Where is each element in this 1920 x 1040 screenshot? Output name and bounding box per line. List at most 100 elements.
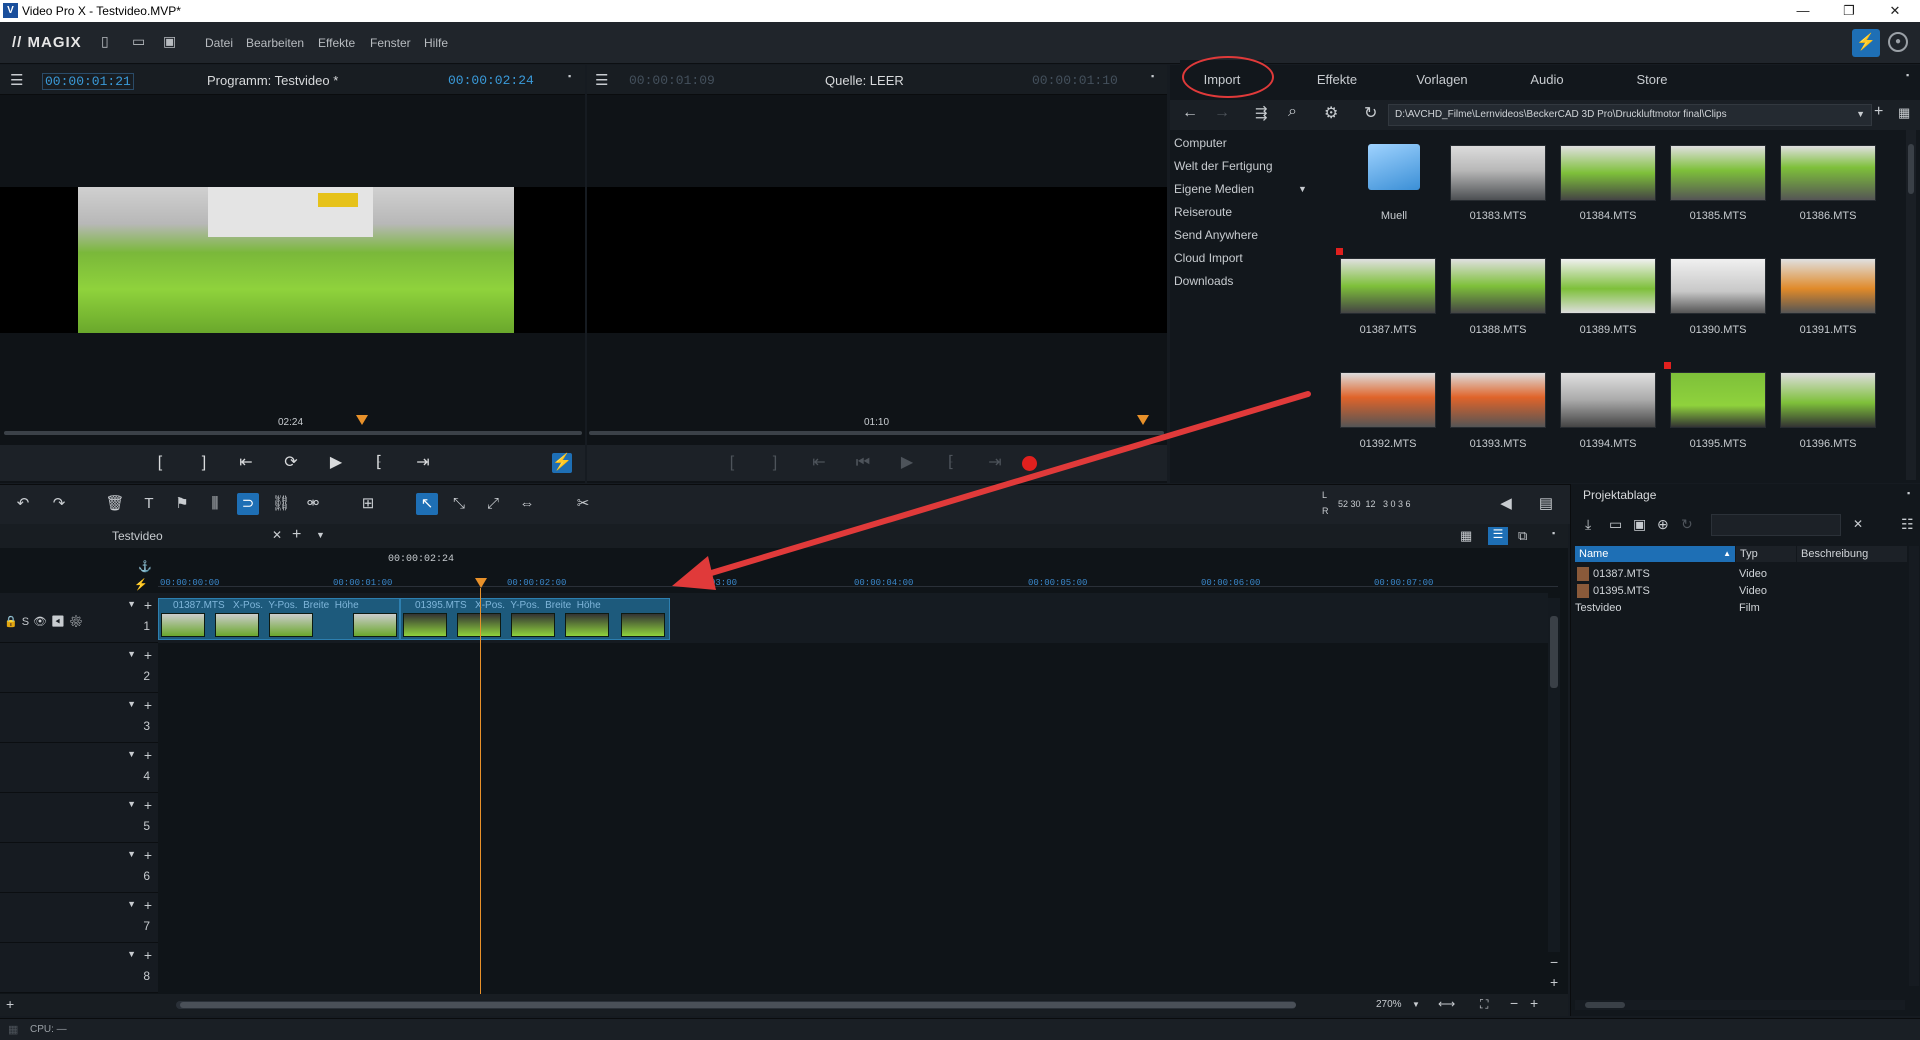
- timeline-view-icon[interactable]: ☰: [1488, 527, 1508, 545]
- nav-cloud-import[interactable]: Cloud Import: [1174, 251, 1243, 265]
- playhead-marker[interactable]: [475, 578, 487, 588]
- lightning-icon[interactable]: ⚡: [134, 578, 148, 591]
- mark-out-button[interactable]: ]: [194, 453, 214, 473]
- scrub-marker[interactable]: [356, 415, 368, 425]
- table-row[interactable]: 01395.MTS Video: [1575, 583, 1905, 599]
- go-to-out-button[interactable]: ⇥: [413, 453, 433, 473]
- stretch-tool-icon[interactable]: ⇔: [516, 493, 538, 515]
- bin-vscroll[interactable]: [1909, 546, 1919, 986]
- column-header-beschreibung[interactable]: Beschreibung: [1797, 546, 1907, 562]
- media-thumb[interactable]: [1560, 372, 1656, 428]
- scene-view-icon[interactable]: ⧉: [1518, 528, 1527, 544]
- maximize-panel-icon[interactable]: ▪: [1907, 488, 1910, 498]
- add-to-timeline-icon[interactable]: ⊕: [1657, 516, 1669, 533]
- open-folder-icon[interactable]: ▭: [1609, 516, 1622, 533]
- range-tool-icon[interactable]: ⤢: [482, 493, 504, 515]
- timeline-hscroll[interactable]: [176, 1001, 1296, 1009]
- zoom-in-icon[interactable]: +: [1530, 995, 1538, 1011]
- media-scrollbar[interactable]: [1906, 130, 1916, 480]
- marker-flag-icon[interactable]: ⚑: [171, 493, 193, 515]
- nav-downloads[interactable]: Downloads: [1174, 274, 1233, 288]
- maximize-panel-icon[interactable]: ▪: [1151, 71, 1154, 81]
- redo-icon[interactable]: ↷: [48, 493, 70, 515]
- forward-arrow-icon[interactable]: →: [1214, 104, 1230, 122]
- storyboard-view-icon[interactable]: ▦: [1460, 528, 1472, 544]
- nav-reiseroute[interactable]: Reiseroute: [1174, 205, 1232, 219]
- delete-icon[interactable]: 🗑: [104, 493, 126, 515]
- chevron-down-icon[interactable]: ▼: [127, 649, 136, 659]
- magic-wand-icon[interactable]: ⚡: [1852, 29, 1880, 57]
- menu-fenster[interactable]: Fenster: [370, 36, 411, 50]
- list-view-icon[interactable]: ☷: [1901, 516, 1914, 533]
- clear-search-icon[interactable]: ✕: [1853, 517, 1863, 531]
- chevron-down-icon[interactable]: ▼: [127, 749, 136, 759]
- add-track-icon[interactable]: +: [6, 996, 14, 1012]
- chevron-down-icon[interactable]: ▼: [127, 699, 136, 709]
- program-timecode-left[interactable]: 00:00:01:21: [42, 73, 134, 90]
- menu-datei[interactable]: Datei: [205, 36, 233, 50]
- chevron-down-icon[interactable]: ▼: [316, 530, 325, 540]
- add-icon[interactable]: +: [144, 897, 152, 913]
- mixer-icon[interactable]: ▤: [1535, 493, 1557, 515]
- folder-tree-icon[interactable]: ⇶: [1255, 104, 1268, 122]
- snap-icon[interactable]: ⚓: [138, 560, 152, 573]
- fit-screen-icon[interactable]: ⛶: [1480, 997, 1488, 1012]
- magnet-icon[interactable]: ⊃: [237, 493, 259, 515]
- tab-store[interactable]: Store: [1610, 60, 1694, 100]
- zoom-in-vertical-icon[interactable]: +: [1550, 974, 1558, 990]
- add-icon[interactable]: +: [144, 747, 152, 763]
- maximize-panel-icon[interactable]: ▪: [1906, 70, 1909, 80]
- pointer-tool-icon[interactable]: ↖: [416, 493, 438, 515]
- media-thumb[interactable]: [1780, 372, 1876, 428]
- clip-01395[interactable]: 01395.MTS X-Pos. Y-Pos. Breite Höhe: [400, 598, 670, 640]
- save-icon[interactable]: ▣: [163, 33, 179, 51]
- media-thumb[interactable]: [1780, 258, 1876, 314]
- scissors-icon[interactable]: ✂: [572, 493, 594, 515]
- bin-hscroll[interactable]: [1575, 1000, 1905, 1010]
- chevron-down-icon[interactable]: ▼: [1298, 184, 1307, 194]
- new-file-icon[interactable]: ▯: [101, 33, 117, 51]
- nav-welt-der-fertigung[interactable]: Welt der Fertigung: [1174, 159, 1273, 173]
- add-tab-icon[interactable]: +: [292, 526, 301, 544]
- open-folder-icon[interactable]: ▭: [132, 33, 148, 51]
- program-scrubber[interactable]: 02:24: [0, 415, 585, 437]
- grid-view-icon[interactable]: ▦: [1898, 105, 1910, 121]
- chevron-down-icon[interactable]: ▼: [127, 599, 136, 609]
- scroll-thumb[interactable]: [180, 1002, 1296, 1008]
- chevron-down-icon[interactable]: ▼: [127, 899, 136, 909]
- bin-search-input[interactable]: [1711, 514, 1841, 536]
- clip-01387[interactable]: 01387.MTS X-Pos. Y-Pos. Breite Höhe: [158, 598, 400, 640]
- table-row[interactable]: Testvideo Film: [1575, 600, 1905, 616]
- split-icon[interactable]: ⫼: [204, 493, 226, 515]
- media-thumb[interactable]: [1560, 258, 1656, 314]
- maximize-button[interactable]: ❐: [1826, 0, 1872, 22]
- nav-eigene-medien[interactable]: Eigene Medien: [1174, 182, 1254, 196]
- scroll-thumb[interactable]: [1908, 144, 1914, 194]
- refresh-icon[interactable]: ↻: [1364, 103, 1377, 123]
- gear-icon[interactable]: ⚙: [1324, 103, 1338, 123]
- chevron-down-icon[interactable]: ▼: [1412, 1000, 1420, 1009]
- add-icon[interactable]: +: [144, 697, 152, 713]
- add-icon[interactable]: +: [144, 597, 152, 613]
- media-thumb[interactable]: [1340, 258, 1436, 314]
- scroll-thumb[interactable]: [1550, 616, 1558, 688]
- refresh-icon[interactable]: ↻: [1681, 516, 1693, 533]
- media-thumb[interactable]: [1450, 258, 1546, 314]
- tab-audio[interactable]: Audio: [1505, 60, 1589, 100]
- settings-icon[interactable]: ●: [1888, 32, 1908, 52]
- media-thumb[interactable]: [1670, 145, 1766, 201]
- maximize-panel-icon[interactable]: ▪: [568, 71, 571, 81]
- add-icon[interactable]: +: [144, 647, 152, 663]
- chevron-down-icon[interactable]: ▼: [127, 799, 136, 809]
- menu-effekte[interactable]: Effekte: [318, 36, 355, 50]
- go-to-in-button[interactable]: ⇤: [236, 453, 256, 473]
- media-thumb[interactable]: [1340, 372, 1436, 428]
- jump-marker-button[interactable]: ⁅: [369, 453, 389, 473]
- column-header-name[interactable]: Name ▲: [1575, 546, 1735, 562]
- menu-bearbeiten[interactable]: Bearbeiten: [246, 36, 304, 50]
- maximize-panel-icon[interactable]: ▪: [1552, 528, 1555, 538]
- fit-width-icon[interactable]: ⟷: [1438, 997, 1455, 1011]
- chevron-down-icon[interactable]: ▼: [127, 949, 136, 959]
- media-thumb[interactable]: [1560, 145, 1656, 201]
- save-icon[interactable]: ▣: [1633, 516, 1646, 533]
